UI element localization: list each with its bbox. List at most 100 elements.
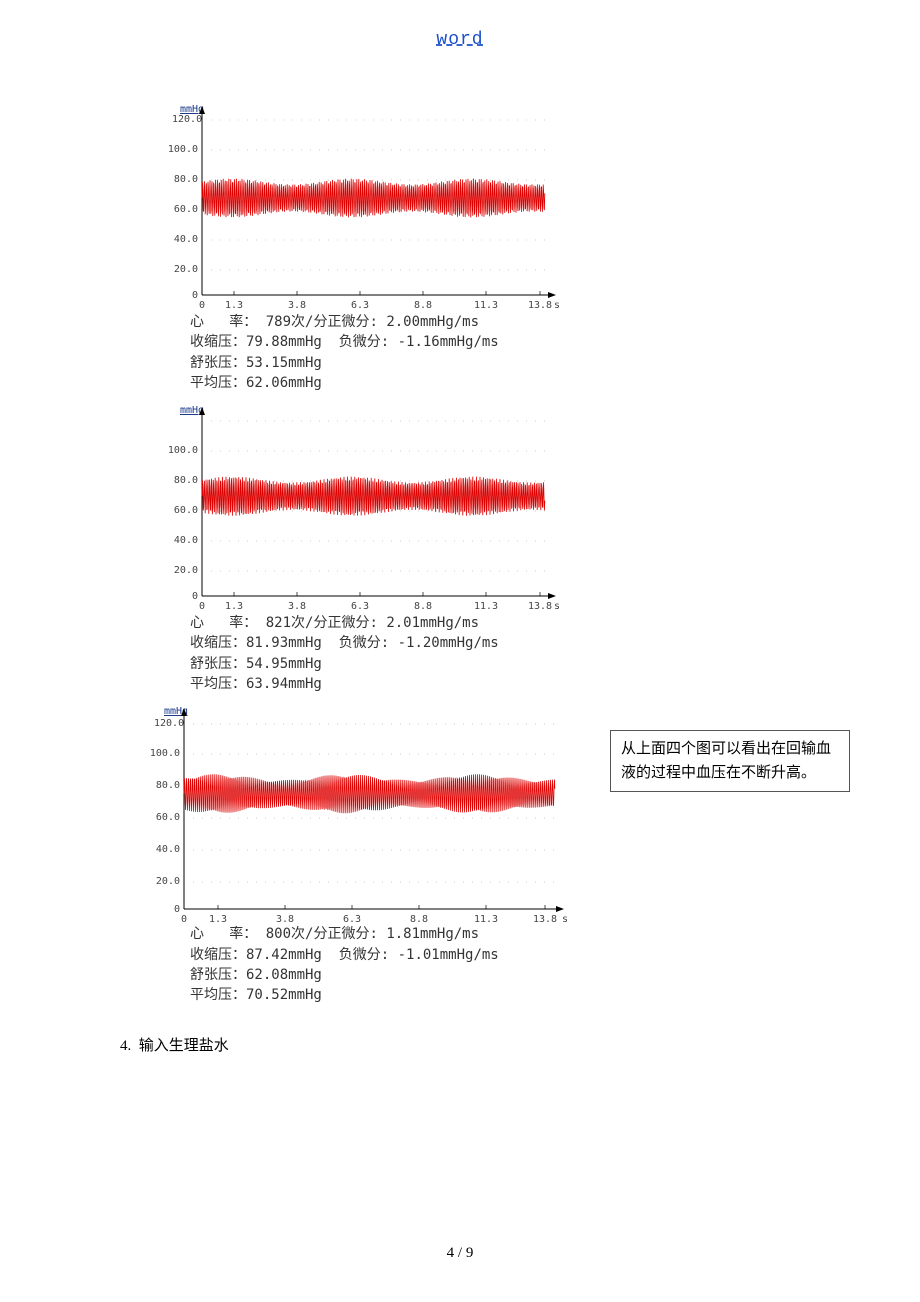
chart-2-stats: 心 率： 821次/分正微分: 2.01mmHg/ms 收缩压：81.93mmH… [160,613,590,694]
dia-value: 53.15mmHg [246,355,322,371]
pos-diff-label: 正微分: [327,314,377,330]
xtick: 8.8 [414,601,432,611]
mean-label: 平均压： [190,987,246,1003]
waveform [202,179,545,218]
sys-label: 收缩压： [190,947,246,963]
rate-value: 821次/分 [266,615,328,631]
sys-value: 79.88mmHg [246,334,322,350]
dia-label: 舒张压： [190,656,246,672]
ytick: 100.0 [168,144,198,155]
ytick: 60.0 [174,204,198,215]
x-unit: s [562,914,568,922]
neg-diff-label: 负微分: [339,635,389,651]
ytick-top: 120.0 [154,718,184,729]
xtick: 3.8 [276,914,294,922]
waveform [184,775,555,814]
xtick: 3.8 [288,300,306,310]
neg-diff-value: -1.16mmHg/ms [398,334,499,350]
list-item-4: 4. 输入生理盐水 [0,1034,920,1055]
header-link[interactable]: word [0,30,920,50]
rate-value: 789次/分 [266,314,328,330]
mean-value: 62.06mmHg [246,375,322,391]
sys-label: 收缩压： [190,635,246,651]
rate-label: 心 率： [190,926,257,942]
chart-3: mmHg 120.0 100.0 80.0 60.0 40.0 20.0 0 [140,702,590,1005]
sys-label: 收缩压： [190,334,246,350]
pos-diff-value: 2.01mmHg/ms [386,615,479,631]
chart-1: mmHg 120.0 100.0 80.0 60.0 40.0 20.0 0 [160,100,590,393]
ytick: 80.0 [156,780,180,791]
xtick: 8.8 [414,300,432,310]
sys-value: 87.42mmHg [246,947,322,963]
chart-2: mmHg 100.0 80.0 60.0 40.0 20.0 0 [160,401,590,694]
xtick: 8.8 [410,914,428,922]
page: word mmHg 120.0 100.0 80.0 60.0 40.0 20.… [0,0,920,1302]
dia-value: 54.95mmHg [246,656,322,672]
ytick: 40.0 [156,844,180,855]
pos-diff-label: 正微分: [327,926,377,942]
chart-1-svg: mmHg 120.0 100.0 80.0 60.0 40.0 20.0 0 [160,100,560,310]
ytick: 60.0 [174,505,198,516]
list-text: 输入生理盐水 [139,1038,229,1054]
ytick: 40.0 [174,234,198,245]
chart-1-stats: 心 率： 789次/分正微分: 2.00mmHg/ms 收缩压：79.88mmH… [160,312,590,393]
dia-label: 舒张压： [190,967,246,983]
ytick: 20.0 [174,264,198,275]
xtick: 13.8 [533,914,557,922]
chart-3-svg: mmHg 120.0 100.0 80.0 60.0 40.0 20.0 0 [140,702,570,922]
xtick: 6.3 [351,601,369,611]
page-number: 4 / 9 [0,1245,920,1262]
xtick: 0 [199,300,205,310]
chart-2-svg: mmHg 100.0 80.0 60.0 40.0 20.0 0 [160,401,560,611]
ytick: 20.0 [174,565,198,576]
sys-value: 81.93mmHg [246,635,322,651]
ytick: 0 [174,904,180,915]
rate-label: 心 率： [190,615,257,631]
neg-diff-label: 负微分: [339,334,389,350]
xtick: 0 [181,914,187,922]
waveform [202,477,545,516]
ytick: 20.0 [156,876,180,887]
rate-label: 心 率： [190,314,257,330]
neg-diff-value: -1.01mmHg/ms [398,947,499,963]
chart-3-stats: 心 率： 800次/分正微分: 1.81mmHg/ms 收缩压：87.42mmH… [140,924,590,1005]
xtick: 1.3 [209,914,227,922]
dia-value: 62.08mmHg [246,967,322,983]
pos-diff-value: 2.00mmHg/ms [386,314,479,330]
ytick: 60.0 [156,812,180,823]
ytick: 80.0 [174,475,198,486]
ytick-top: 120.0 [172,114,202,125]
ytick: 0 [192,290,198,301]
neg-diff-label: 负微分: [339,947,389,963]
ytick: 80.0 [174,174,198,185]
mean-label: 平均压： [190,676,246,692]
content-row: mmHg 120.0 100.0 80.0 60.0 40.0 20.0 0 [0,100,920,1014]
dia-label: 舒张压： [190,355,246,371]
ytick: 100.0 [168,445,198,456]
mean-value: 70.52mmHg [246,987,322,1003]
xtick: 3.8 [288,601,306,611]
xtick: 6.3 [343,914,361,922]
chart-column: mmHg 120.0 100.0 80.0 60.0 40.0 20.0 0 [0,100,590,1014]
rate-value: 800次/分 [266,926,328,942]
xtick: 13.8 [528,300,552,310]
ytick: 100.0 [150,748,180,759]
ytick: 0 [192,591,198,602]
xtick: 11.3 [474,914,498,922]
xtick: 13.8 [528,601,552,611]
callout-text: 从上面四个图可以看出在回输血液的过程中血压在不断升高。 [621,741,831,781]
xtick: 0 [199,601,205,611]
ytick: 40.0 [174,535,198,546]
mean-value: 63.94mmHg [246,676,322,692]
mean-label: 平均压： [190,375,246,391]
neg-diff-value: -1.20mmHg/ms [398,635,499,651]
xtick: 11.3 [474,601,498,611]
xtick: 11.3 [474,300,498,310]
pos-diff-label: 正微分: [327,615,377,631]
xtick: 1.3 [225,601,243,611]
xtick: 1.3 [225,300,243,310]
x-unit: s [554,300,560,310]
callout-box: 从上面四个图可以看出在回输血液的过程中血压在不断升高。 [610,730,850,792]
xtick: 6.3 [351,300,369,310]
x-unit: s [554,601,560,611]
